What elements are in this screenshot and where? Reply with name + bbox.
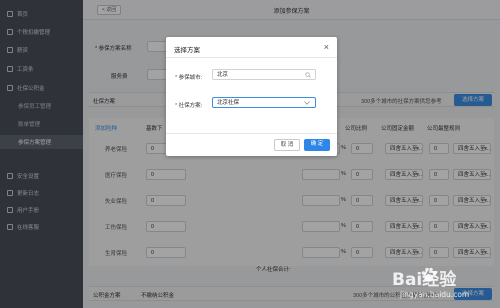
dialog-header: 选择方案 × xyxy=(166,37,337,58)
city-input-value: 北京 xyxy=(217,72,229,78)
city-label-text: 参保城市: xyxy=(178,75,203,81)
watermark-url: jingyan.baidu.com xyxy=(400,290,470,299)
scheme-label-text: 社保方案: xyxy=(178,103,203,109)
scheme-select[interactable]: 北京社保 xyxy=(212,97,316,108)
close-icon[interactable]: × xyxy=(324,42,329,52)
select-scheme-dialog: 选择方案 × * 参保城市: 北京 * 社保方案: 北京社保 取 消 确 定 xyxy=(166,37,337,156)
baidu-watermark: Bai经验 jingyan.baidu.com xyxy=(382,264,494,304)
scheme-select-value: 北京社保 xyxy=(217,100,240,106)
dialog-footer: 取 消 确 定 xyxy=(166,133,337,156)
city-input[interactable]: 北京 xyxy=(212,69,316,80)
cancel-button[interactable]: 取 消 xyxy=(274,139,300,151)
scheme-label: * 社保方案: xyxy=(175,103,203,109)
dialog-title: 选择方案 xyxy=(174,47,200,54)
chevron-down-icon xyxy=(304,101,310,105)
watermark-main-text: Bai经验 xyxy=(392,270,457,290)
confirm-button[interactable]: 确 定 xyxy=(304,139,330,151)
city-label: * 参保城市: xyxy=(175,75,203,81)
search-icon xyxy=(305,72,311,78)
